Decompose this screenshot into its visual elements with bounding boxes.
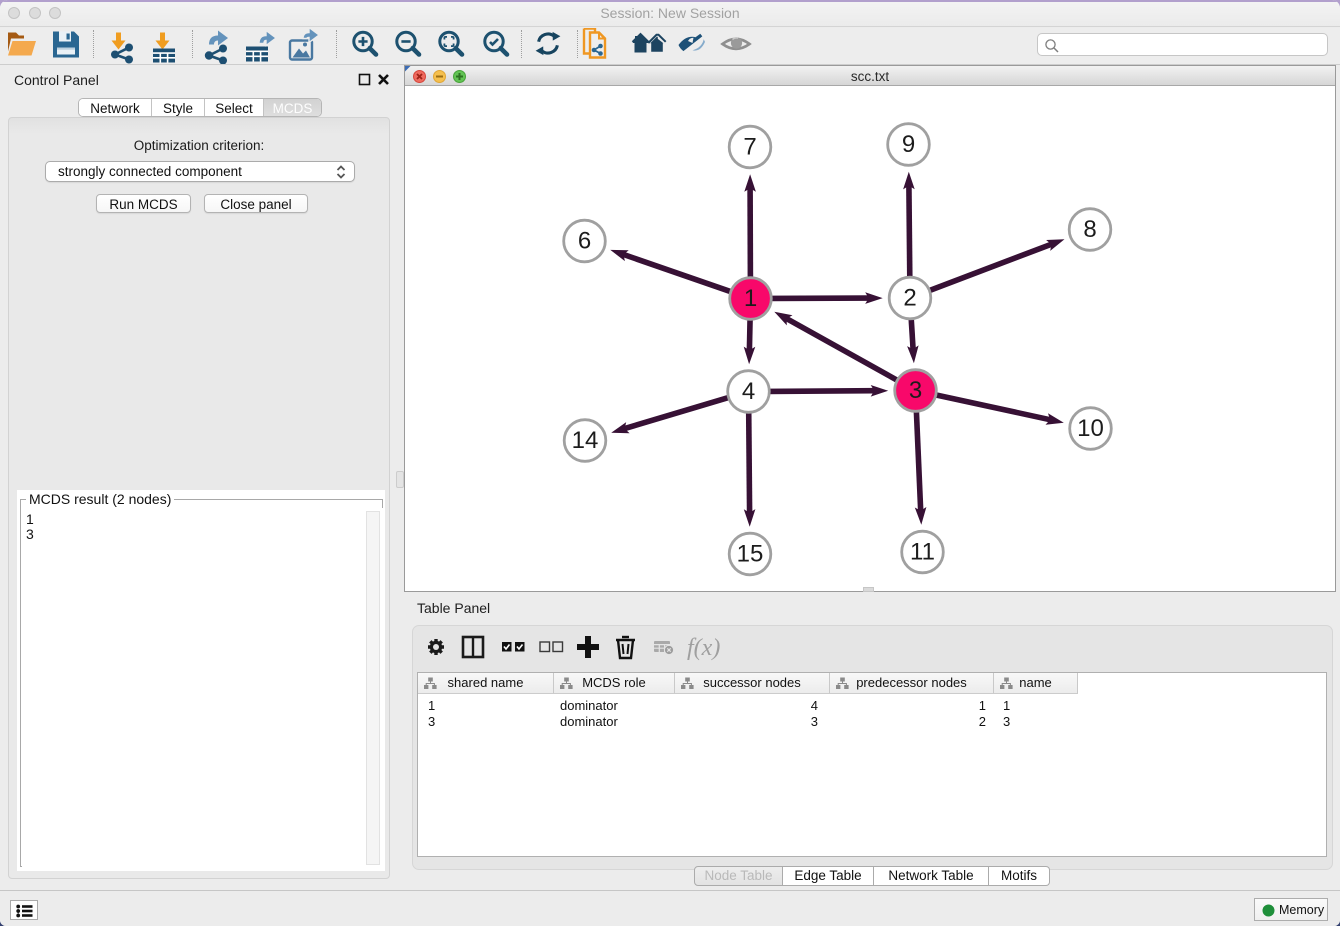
svg-text:3: 3 (909, 377, 922, 404)
svg-text:2: 2 (903, 285, 916, 312)
svg-text:11: 11 (910, 539, 935, 566)
svg-text:15: 15 (737, 541, 764, 568)
svg-text:14: 14 (572, 427, 599, 454)
svg-text:6: 6 (578, 228, 591, 255)
svg-text:1: 1 (744, 285, 757, 312)
svg-text:7: 7 (743, 134, 756, 161)
svg-text:f(x): f(x) (687, 635, 720, 661)
svg-text:4: 4 (742, 378, 755, 405)
svg-text:9: 9 (902, 131, 915, 158)
svg-text:8: 8 (1083, 216, 1096, 243)
svg-text:10: 10 (1077, 415, 1104, 442)
